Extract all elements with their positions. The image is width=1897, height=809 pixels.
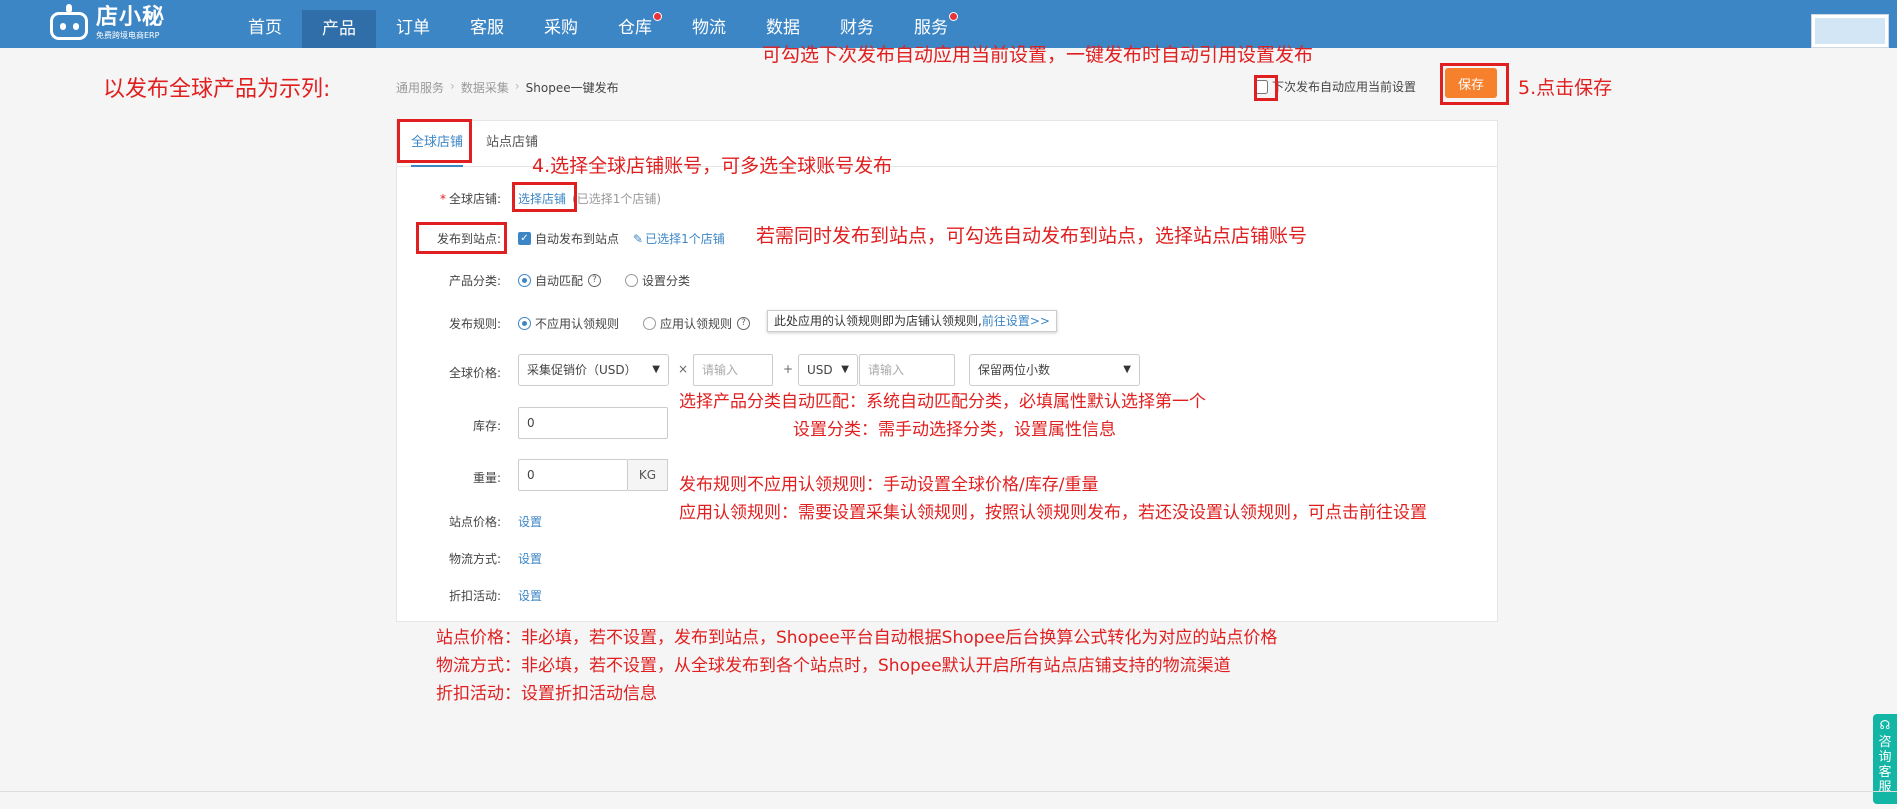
highlight-box bbox=[1254, 75, 1278, 101]
discount-label: 折扣活动: bbox=[448, 589, 501, 603]
rule-apply-radio[interactable] bbox=[643, 317, 657, 330]
remember-settings-label: 下次发布自动应用当前设置 bbox=[1272, 80, 1417, 94]
stock-input[interactable]: 0 bbox=[518, 407, 668, 439]
chevron-down-icon: ▼ bbox=[1123, 364, 1131, 375]
rule-apply-label: 应用认领规则 bbox=[660, 317, 733, 331]
price-source-select[interactable]: 采集促销价（USD） ▼ bbox=[518, 354, 669, 386]
annotation-category-note-2: 设置分类：需手动选择分类，设置属性信息 bbox=[793, 420, 1116, 440]
notification-dot bbox=[653, 12, 662, 21]
breadcrumb-separator-icon: › bbox=[450, 79, 455, 93]
highlight-box bbox=[1440, 63, 1509, 105]
chevron-down-icon: ▼ bbox=[841, 364, 849, 375]
site-price-label: 站点价格: bbox=[448, 515, 501, 529]
multiply-sign: × bbox=[678, 362, 689, 376]
price-factor-input[interactable]: 请输入 bbox=[693, 354, 773, 386]
selected-store-count: (已选择1个店铺) bbox=[572, 192, 662, 206]
category-label: 产品分类: bbox=[448, 274, 501, 288]
category-manual-radio[interactable] bbox=[625, 274, 639, 287]
breadcrumb-item[interactable]: 数据采集 bbox=[461, 79, 509, 96]
breadcrumb-separator-icon: › bbox=[514, 79, 520, 93]
annotation-category-note-1: 选择产品分类自动匹配：系统自动匹配分类，必填属性默认选择第一个 bbox=[679, 392, 1206, 412]
annotation-rule-note-1: 发布规则不应用认领规则：手动设置全球价格/库存/重量 bbox=[679, 475, 1099, 495]
annotation-title: 以发布全球产品为示列: bbox=[103, 77, 331, 102]
annotation-discount-note: 折扣活动：设置折扣活动信息 bbox=[436, 684, 657, 704]
headset-icon: ☊ bbox=[1879, 718, 1891, 732]
annotation-logistics-note: 物流方式：非必填，若不设置，从全球发布到各个站点时，Shopee默认开启所有站点… bbox=[436, 656, 1231, 676]
brand-name: 店小秘 bbox=[96, 4, 166, 30]
discount-settings-link[interactable]: 设置 bbox=[518, 587, 542, 604]
selected-site-store-link[interactable]: 已选择1个店铺 bbox=[645, 230, 725, 247]
chevron-down-icon: ▼ bbox=[652, 364, 660, 375]
highlight-box bbox=[512, 182, 577, 212]
weight-label: 重量: bbox=[472, 471, 501, 485]
site-price-settings-link[interactable]: 设置 bbox=[518, 513, 542, 530]
annotation-remember-note: 可勾选下次发布自动应用当前设置，一键发布时自动引用设置发布 bbox=[762, 44, 1314, 66]
logistics-settings-link[interactable]: 设置 bbox=[518, 550, 542, 567]
brand-tagline: 免费跨境电商ERP bbox=[96, 30, 160, 40]
rule-label: 发布规则: bbox=[448, 317, 501, 331]
breadcrumb-current: Shopee一键发布 bbox=[525, 81, 619, 95]
remember-settings: 下次发布自动应用当前设置 bbox=[1254, 78, 1416, 95]
rule-tooltip-text: 此处应用的认领规则即为店铺认领规则, bbox=[774, 314, 982, 328]
nav-item-products[interactable]: 产品 bbox=[302, 10, 376, 48]
highlight-box bbox=[416, 222, 507, 254]
global-store-label: * 全球店铺: bbox=[439, 192, 501, 206]
currency-select[interactable]: USD ▼ bbox=[798, 354, 858, 386]
category-manual-label: 设置分类 bbox=[642, 274, 691, 288]
stock-label: 库存: bbox=[472, 419, 501, 433]
consult-label: 咨询客服 bbox=[1878, 735, 1892, 795]
highlight-box bbox=[397, 119, 472, 163]
weight-input[interactable]: 0 bbox=[518, 459, 628, 491]
nav-item-orders[interactable]: 订单 bbox=[376, 0, 450, 48]
annotation-site-note: 若需同时发布到站点，可勾选自动发布到站点，选择站点店铺账号 bbox=[756, 225, 1308, 247]
price-add-input[interactable]: 请输入 bbox=[859, 354, 955, 386]
page-bottom-divider bbox=[0, 791, 1897, 792]
auto-publish-label: 自动发布到站点 bbox=[535, 232, 620, 246]
annotation-save-note: 5.点击保存 bbox=[1518, 77, 1613, 99]
annotation-site-price-note: 站点价格：非必填，若不设置，发布到站点，Shopee平台自动根据Shopee后台… bbox=[436, 628, 1278, 648]
auto-publish-checkbox[interactable]: ✓ bbox=[518, 232, 531, 245]
rule-none-radio[interactable] bbox=[518, 317, 531, 330]
rule-tooltip: 此处应用的认领规则即为店铺认领规则,前往设置>> bbox=[767, 310, 1057, 332]
annotation-store-note: 4.选择全球店铺账号，可多选全球账号发布 bbox=[532, 155, 893, 177]
help-icon[interactable]: ? bbox=[737, 317, 751, 330]
rule-none-label: 不应用认领规则 bbox=[535, 317, 620, 331]
robot-logo-icon bbox=[46, 4, 92, 42]
edit-icon: ✎ bbox=[633, 231, 644, 246]
go-settings-link[interactable]: 前往设置>> bbox=[982, 314, 1050, 328]
decimal-select[interactable]: 保留两位小数 ▼ bbox=[969, 354, 1140, 386]
help-icon[interactable]: ? bbox=[588, 274, 602, 287]
breadcrumb-item[interactable]: 通用服务 bbox=[396, 79, 444, 96]
nav-item-customer-service[interactable]: 客服 bbox=[450, 0, 524, 48]
breadcrumb: 通用服务 › 数据采集 › Shopee一键发布 bbox=[396, 79, 619, 96]
nav-item-purchase[interactable]: 采购 bbox=[524, 0, 598, 48]
annotation-rule-note-2: 应用认领规则：需要设置采集认领规则，按照认领规则发布，若还没设置认领规则，可点击… bbox=[679, 503, 1427, 523]
logistics-label: 物流方式: bbox=[448, 552, 501, 566]
required-mark: * bbox=[439, 192, 446, 206]
category-auto-radio[interactable] bbox=[518, 274, 531, 287]
nav-item-home[interactable]: 首页 bbox=[228, 0, 302, 48]
nav-item-logistics[interactable]: 物流 bbox=[672, 0, 746, 48]
weight-unit: KG bbox=[628, 459, 668, 491]
nav-item-warehouse[interactable]: 仓库 bbox=[598, 0, 672, 48]
notification-dot bbox=[949, 12, 958, 21]
tab-site-store[interactable]: 站点店铺 bbox=[486, 121, 538, 167]
category-auto-label: 自动匹配 bbox=[535, 274, 584, 288]
brand-logo[interactable]: 店小秘 免费跨境电商ERP bbox=[46, 2, 165, 44]
user-account-box[interactable] bbox=[1811, 14, 1889, 48]
plus-sign: + bbox=[783, 362, 794, 376]
global-price-label: 全球价格: bbox=[448, 366, 501, 380]
